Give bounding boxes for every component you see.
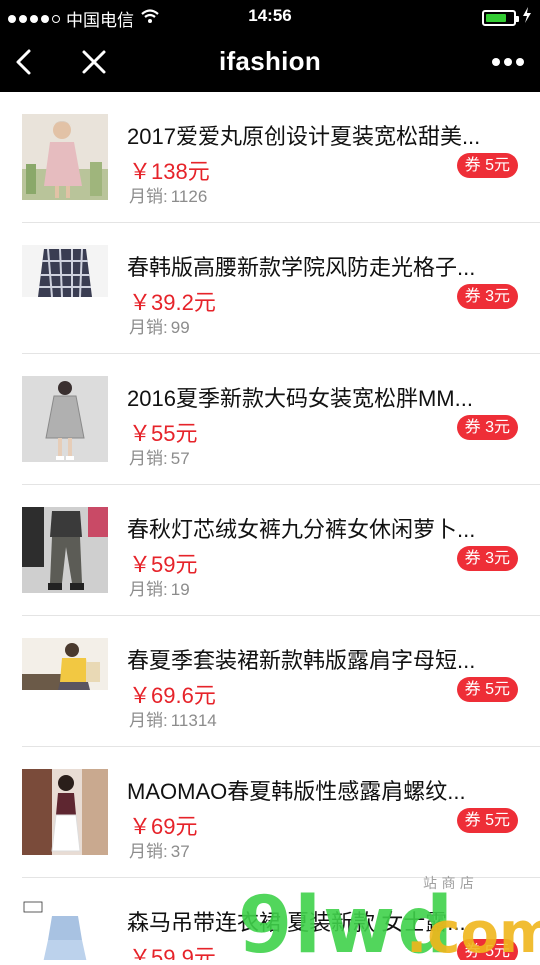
more-button[interactable] [488,44,528,80]
battery-icon [482,9,519,26]
product-item[interactable]: 2017爱爱丸原创设计夏装宽松甜美... ￥138元 月销: 1126 券 5元 [0,92,540,223]
sales-count: 1126 [170,187,208,206]
product-title[interactable]: 2017爱爱丸原创设计夏装宽松甜美... [127,119,519,151]
coupon-badge[interactable]: 券 3元 [456,546,518,571]
navigation-bar: ifashion [0,32,540,92]
product-item[interactable]: 春韩版高腰新款学院风防走光格子... ￥39.2元 月销: 99 券 3元 [0,223,540,354]
product-title[interactable]: 森马吊带连衣裙 夏装新款 女士露... [127,905,519,937]
product-sales: 月销: 11314 [129,706,217,731]
more-dots-icon [492,58,524,66]
product-thumbnail [22,245,108,331]
product-list: 2017爱爱丸原创设计夏装宽松甜美... ￥138元 月销: 1126 券 5元 … [0,92,540,960]
product-title[interactable]: 2016夏季新款大码女装宽松胖MM... [127,381,519,413]
product-thumbnail [22,638,108,724]
coupon-badge[interactable]: 券 5元 [456,939,518,960]
product-thumbnail [22,114,108,200]
status-bar: 中国电信 14:56 [0,0,540,32]
product-sales: 月销: 19 [129,575,190,600]
product-title[interactable]: 春韩版高腰新款学院风防走光格子... [127,250,519,282]
product-title[interactable]: MAOMAO春夏韩版性感露肩螺纹... [127,774,519,806]
coupon-badge[interactable]: 券 5元 [456,808,518,833]
sales-label: 月销: [129,449,168,468]
product-thumbnail [22,769,108,855]
product-thumbnail [22,376,108,462]
sales-count: 57 [170,449,190,468]
product-thumbnail [22,900,108,960]
status-time: 14:56 [248,6,292,25]
product-item[interactable]: 2016夏季新款大码女装宽松胖MM... ￥55元 月销: 57 券 3元 [0,354,540,485]
status-right [482,7,532,28]
product-item[interactable]: 春夏季套装裙新款韩版露肩字母短... ￥69.6元 月销: 11314 券 5元 [0,616,540,747]
charging-bolt-icon [522,7,532,28]
product-item[interactable]: 森马吊带连衣裙 夏装新款 女士露... ￥59.9元 券 5元 [0,878,540,960]
sales-label: 月销: [129,711,168,730]
sales-count: 37 [170,842,190,861]
sales-count: 11314 [170,711,217,730]
product-thumbnail [22,507,108,593]
product-sales: 月销: 99 [129,313,190,338]
product-sales: 月销: 37 [129,837,190,862]
sales-label: 月销: [129,187,168,206]
sales-label: 月销: [129,842,168,861]
product-sales: 月销: 57 [129,444,190,469]
product-title[interactable]: 春秋灯芯绒女裤九分裤女休闲萝卜... [127,512,519,544]
sales-count: 19 [170,580,190,599]
page-title: ifashion [218,46,322,76]
sales-label: 月销: [129,318,168,337]
product-item[interactable]: MAOMAO春夏韩版性感露肩螺纹... ￥69元 月销: 37 券 5元 [0,747,540,878]
product-item[interactable]: 春秋灯芯绒女裤九分裤女休闲萝卜... ￥59元 月销: 19 券 3元 [0,485,540,616]
coupon-badge[interactable]: 券 5元 [456,153,518,178]
coupon-badge[interactable]: 券 5元 [456,677,518,702]
product-price: ￥59.9元 [129,945,216,960]
coupon-badge[interactable]: 券 3元 [456,415,518,440]
sales-label: 月销: [129,580,168,599]
product-title[interactable]: 春夏季套装裙新款韩版露肩字母短... [127,643,519,675]
sales-count: 99 [170,318,190,337]
product-sales: 月销: 1126 [129,182,207,207]
coupon-badge[interactable]: 券 3元 [456,284,518,309]
